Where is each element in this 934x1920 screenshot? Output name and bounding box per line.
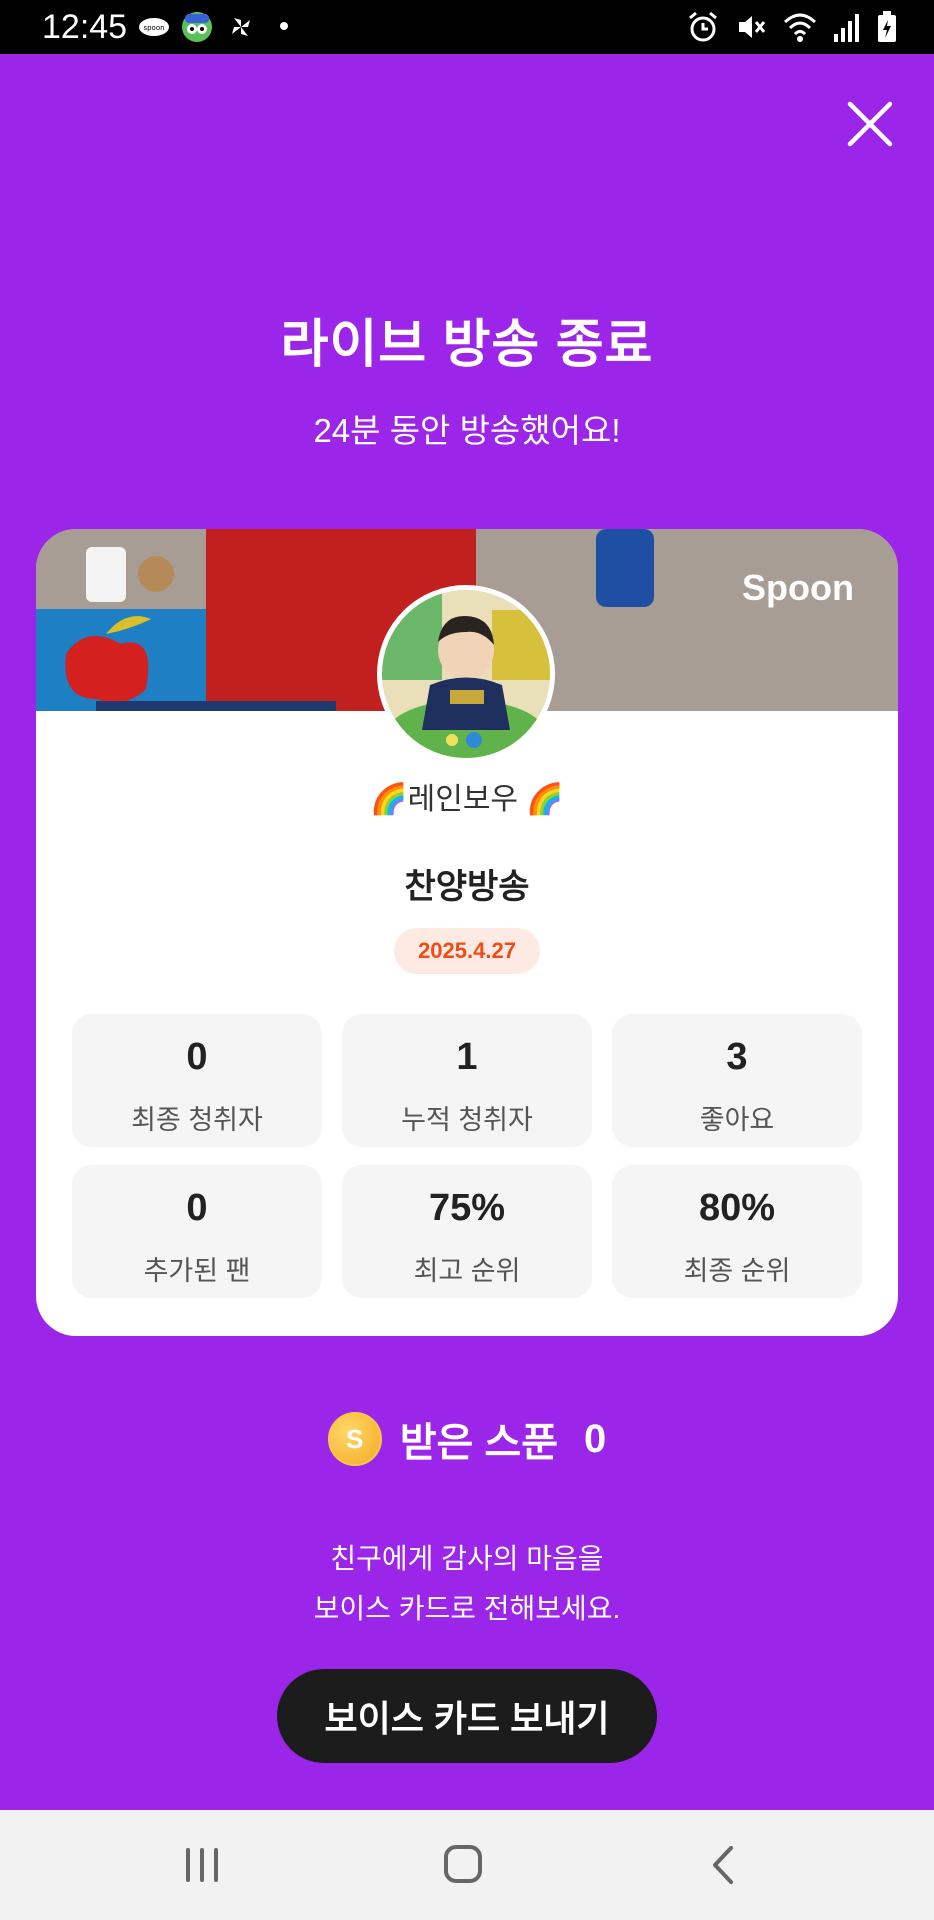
broadcast-summary-card: Spoon 🌈레인보우 🌈 찬양방송 2025.4.27 0 최종 청취자 1 … <box>36 529 898 1336</box>
home-icon[interactable] <box>433 1840 493 1890</box>
date-badge: 2025.4.27 <box>394 928 540 974</box>
stat-likes: 3 좋아요 <box>612 1014 862 1147</box>
stat-label: 추가된 팬 <box>143 1256 251 1286</box>
message-line-1: 친구에게 감사의 마음을 <box>330 1543 604 1574</box>
stat-label: 최고 순위 <box>413 1256 521 1286</box>
wifi-icon <box>783 13 817 42</box>
stat-final-listeners: 0 최종 청취자 <box>72 1014 322 1147</box>
stat-value: 75% <box>428 1187 506 1229</box>
mute-icon <box>739 16 766 38</box>
stats-grid: 0 최종 청취자 1 누적 청취자 3 좋아요 0 추가된 팬 75% 최고 순… <box>72 1014 862 1298</box>
avatar-photo <box>382 590 550 758</box>
stat-label: 최종 청취자 <box>131 1105 263 1135</box>
status-time: 12:45 <box>42 8 128 46</box>
message-line-2: 보이스 카드로 전해보세요. <box>313 1593 621 1624</box>
avatar <box>377 585 555 763</box>
received-spoons-count: 0 <box>584 1416 607 1461</box>
spoon-coin-icon: S <box>327 1412 382 1466</box>
received-spoons-label: 받은 스푼 <box>399 1421 559 1465</box>
broadcast-duration: 24분 동안 방송했어요! <box>313 412 621 449</box>
stat-label: 좋아요 <box>699 1105 775 1135</box>
spoon-app-icon: spoon <box>139 18 169 36</box>
broadcast-title: 찬양방송 <box>404 868 530 906</box>
back-icon[interactable] <box>695 1840 755 1890</box>
send-voice-card-button[interactable]: 보이스 카드 보내기 <box>277 1669 657 1763</box>
navigation-bar <box>0 1810 934 1920</box>
svg-text:spoon: spoon <box>143 24 164 32</box>
spoon-logo: Spoon <box>742 567 854 608</box>
character-app-icon <box>182 12 212 42</box>
close-button[interactable] <box>842 96 898 152</box>
stat-value: 1 <box>456 1036 478 1078</box>
pinwheel-icon <box>232 18 250 36</box>
stat-final-rank: 80% 최종 순위 <box>612 1165 862 1298</box>
battery-icon <box>878 11 896 42</box>
received-spoons: S 받은 스푼 0 <box>0 1410 934 1468</box>
stat-total-listeners: 1 누적 청취자 <box>342 1014 592 1147</box>
dot-icon <box>280 22 288 30</box>
recent-apps-icon[interactable] <box>172 1840 232 1890</box>
host-nickname: 🌈레인보우 🌈 <box>370 783 564 816</box>
alarm-icon <box>689 11 717 42</box>
stat-label: 최종 순위 <box>683 1256 791 1286</box>
stat-new-fans: 0 추가된 팬 <box>72 1165 322 1298</box>
stat-value: 0 <box>186 1036 208 1078</box>
status-bar: 12:45 spoon <box>0 0 934 54</box>
stat-best-rank: 75% 최고 순위 <box>342 1165 592 1298</box>
page-title: 라이브 방송 종료 <box>280 316 654 374</box>
status-icons <box>686 10 898 44</box>
stat-value: 0 <box>186 1187 208 1229</box>
stat-value: 3 <box>726 1036 748 1078</box>
stat-value: 80% <box>698 1187 776 1229</box>
stat-label: 누적 청취자 <box>401 1105 533 1135</box>
signal-icon <box>834 14 859 42</box>
voice-card-message: 친구에게 감사의 마음을 보이스 카드로 전해보세요. <box>0 1534 934 1634</box>
